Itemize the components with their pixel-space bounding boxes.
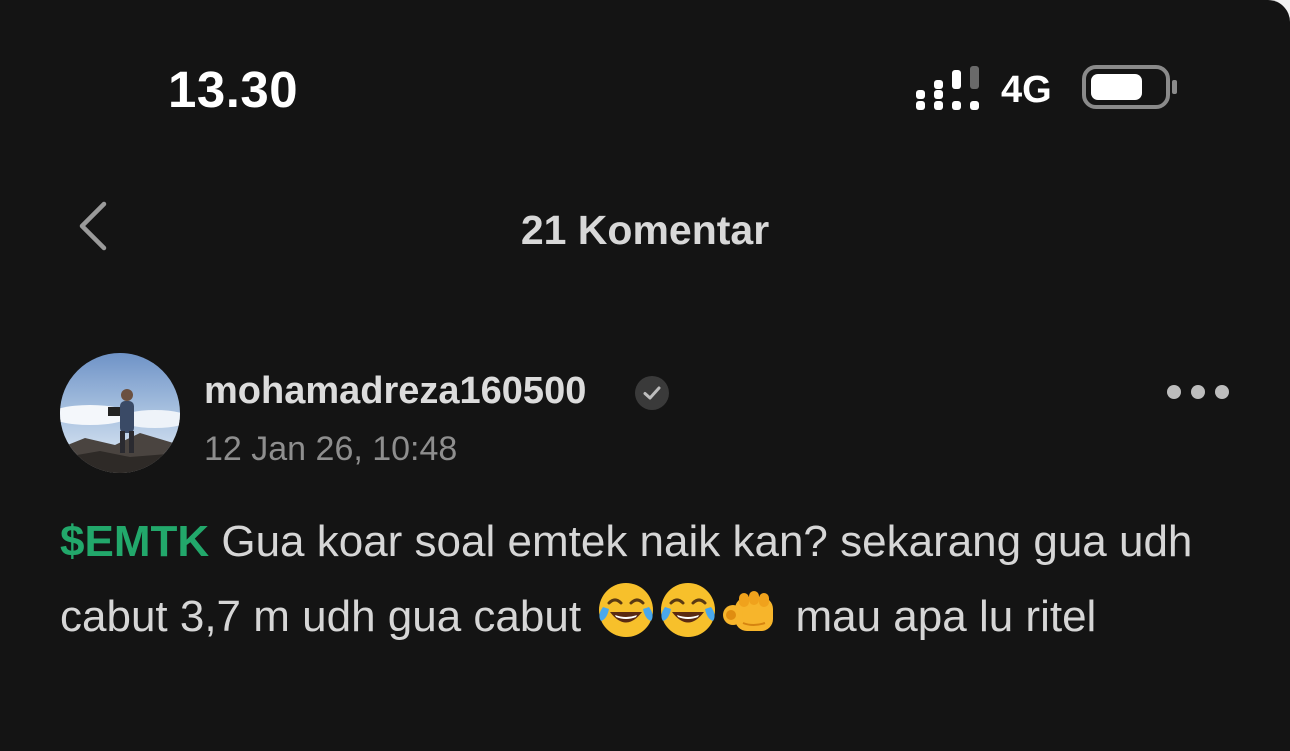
verified-check-icon [635,376,669,410]
avatar-image [60,353,180,473]
comments-screen: 13.30 4G 21 Komentar mohamadreza160500 1… [0,0,1290,751]
page-title: 21 Komentar [520,207,770,253]
avatar[interactable] [60,353,180,473]
emoji-group [595,583,781,641]
network-type: 4G [1001,69,1052,111]
face-with-tears-of-joy-icon [599,583,654,637]
more-options-icon[interactable] [1160,378,1236,406]
battery-icon [1082,65,1177,109]
ticker-link[interactable]: $EMTK [60,517,209,566]
comment-timestamp: 12 Jan 26, 10:48 [204,430,458,468]
comment-text: $EMTK Gua koar soal emtek naik kan? seka… [60,505,1240,654]
comment-username[interactable]: mohamadreza160500 [204,368,586,414]
cellular-signal-icon [916,66,979,110]
backhand-index-pointing-at-viewer-icon [723,591,774,631]
comment-text-part2: mau apa lu ritel [783,592,1097,641]
face-with-tears-of-joy-icon [661,583,716,637]
status-time: 13.30 [168,61,299,118]
